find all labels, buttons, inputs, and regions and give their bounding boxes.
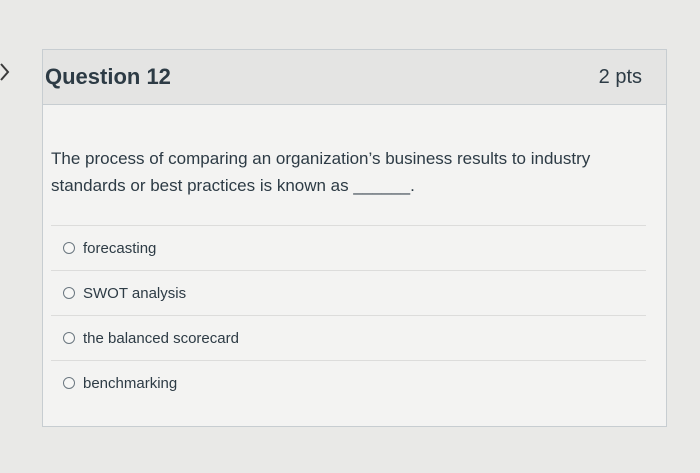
radio-button-icon[interactable] [63,332,75,344]
radio-button-icon[interactable] [63,377,75,389]
answer-label[interactable]: SWOT analysis [83,285,186,302]
answer-option-benchmarking[interactable]: benchmarking [51,361,646,405]
question-body: The process of comparing an organization… [43,105,666,405]
radio-button-icon[interactable] [63,242,75,254]
answer-label[interactable]: the balanced scorecard [83,330,239,347]
question-card: Question 12 2 pts The process of compari… [42,49,667,427]
answer-label[interactable]: forecasting [83,240,156,257]
question-points: 2 pts [598,65,642,88]
answer-list: forecasting SWOT analysis the balanced s… [51,225,646,405]
question-text: The process of comparing an organization… [51,149,591,195]
answer-option-forecasting[interactable]: forecasting [51,226,646,271]
question-title: Question 12 [45,64,171,89]
question-header: Question 12 2 pts [43,50,666,105]
answer-option-swot-analysis[interactable]: SWOT analysis [51,271,646,316]
chevron-right-icon[interactable] [0,62,10,82]
answer-label[interactable]: benchmarking [83,375,177,392]
answer-option-balanced-scorecard[interactable]: the balanced scorecard [51,316,646,361]
radio-button-icon[interactable] [63,287,75,299]
